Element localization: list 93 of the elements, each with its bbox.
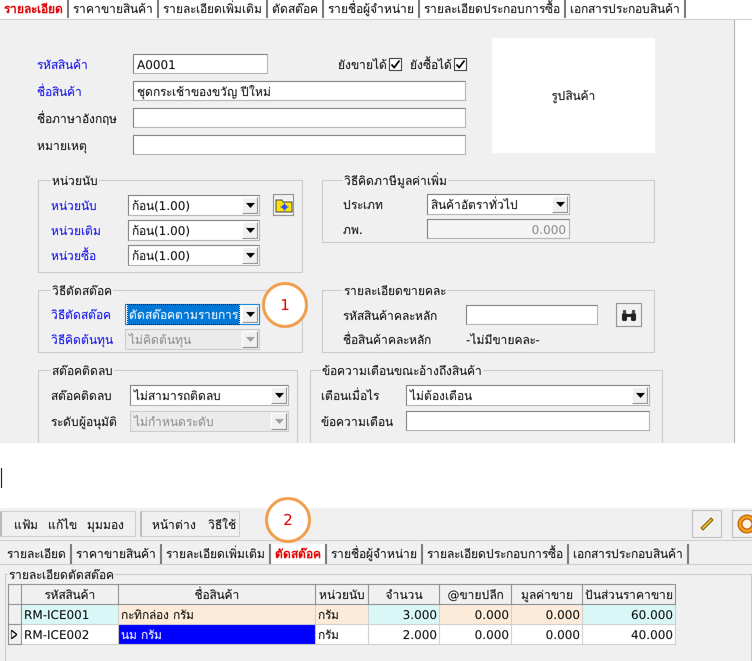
tab[interactable]: รายชื่อผู้จำหน่าย [324,0,420,18]
table-cell: RM-ICE002 [22,624,118,644]
tab[interactable]: รายละเอียด [3,544,72,564]
tab[interactable]: ราคาขายสินค้า [69,0,159,18]
checkbox[interactable] [454,58,467,70]
table-cell: 2.000 [368,624,440,644]
table-cell: กรัม [316,624,368,644]
dropdown[interactable]: ไม่ต้องเตือน [406,384,650,406]
dropdown[interactable]: ตัดสต๊อคตามรายการ [125,304,260,325]
input-field[interactable] [133,135,466,155]
field-label: หมายเหตุ [37,138,88,154]
field-label: ระดับผู้อนุมัติ [51,414,118,430]
field-label: หน่วยนับ [51,198,98,214]
image-placeholder-label: รูปสินค้า [552,88,596,105]
dropdown[interactable]: ก้อน(1.00) [128,220,260,241]
folder-icon [274,198,292,212]
tab[interactable]: เอกสารประกอบสินค้า [569,544,689,564]
group-title: วิธีตัดสต๊อค [51,283,113,300]
field-label: ชื่อสินค้า [37,82,83,100]
table-cell: 0.000 [512,604,582,624]
field-label: รหัสสินค้าคละหลัก [343,308,438,324]
field-label: ประเภท [343,197,384,214]
table-cell: 40.000 [582,624,676,644]
table-cell: 0.000 [440,624,512,644]
field-label: วิธีคิดต้นทุน [51,332,114,349]
table-cell: 3.000 [368,604,440,624]
input-field[interactable] [133,108,466,128]
menu-item[interactable]: วิธีใช้ [208,514,236,534]
column-header[interactable]: ชื่อสินค้า [118,584,316,604]
field-label: เตือนเมื่อไร [321,386,380,404]
menu-item[interactable]: แก้ไข [48,514,77,534]
tab[interactable]: รายละเอียดประกอบการซื้อ [423,544,569,564]
field-label: รหัสสินค้า [37,56,89,74]
table-cell: 0.000 [512,624,582,644]
tab[interactable]: ราคาขายสินค้า [72,544,162,564]
field-label: หน่วยซื้อ [51,246,97,265]
target-icon [737,514,752,534]
binoculars-icon [621,308,637,322]
checkbox-label: ยังขายได้ [338,56,387,74]
field-value: -ไม่มีขายคละ- [466,332,540,349]
input-field[interactable]: ชุดกระเช้าของขวัญ ปีใหม่ [133,81,466,101]
menu-item[interactable]: มุมมอง [87,514,124,534]
new-unit-button[interactable] [273,194,294,216]
field-label: ชื่อสินค้าคละหลัก [343,330,432,349]
menu-item[interactable]: แฟ้ม [14,514,38,534]
group-title: ข้อความเตือนขณะอ้างถึงสินค้า [321,363,483,380]
group-title: สต๊อคติดลบ [51,363,114,380]
checkbox[interactable] [389,58,402,70]
field-label: ชื่อภาษาอังกฤษ [37,110,118,128]
column-header[interactable]: รหัสสินค้า [22,584,118,604]
tab[interactable]: เอกสารประกอบสินค้า [566,0,686,18]
column-header[interactable]: มูลค่าขาย [512,584,582,604]
toolbar-button[interactable] [692,510,722,538]
input-field[interactable] [466,305,598,325]
group-title: รายละเอียดขายคละ [343,283,447,300]
table-cell: RM-ICE001 [22,604,118,624]
column-header[interactable]: จำนวน [368,584,440,604]
group-title: รายละเอียดตัดสต๊อค [8,567,115,584]
row-indicator[interactable] [8,624,22,644]
column-header[interactable]: ปันส่วนราคาขาย [582,584,676,604]
cursor-mark [1,468,2,488]
search-button[interactable] [616,303,642,327]
field-label: ภพ. [343,222,364,238]
column-header[interactable]: หน่วยนับ [316,584,368,604]
step-marker: 2 [265,497,311,543]
dropdown[interactable]: ก้อน(1.00) [128,194,260,216]
step-marker: 1 [262,282,308,328]
tab[interactable]: ตัดสต๊อค [268,0,324,18]
field-label: ข้อความเตือน [321,414,394,430]
table-cell: นม กรัม [118,624,316,644]
column-header[interactable]: @ขายปลีก [440,584,512,604]
dropdown[interactable]: ไม่สามารถติดลบ [130,384,289,406]
tab[interactable]: รายชื่อผู้จำหน่าย [327,544,423,564]
field-label: สต๊อคติดลบ [51,388,113,404]
tab[interactable]: ตัดสต๊อค [271,544,327,564]
field-label: วิธีตัดสต๊อค [51,307,112,324]
dropdown[interactable]: ก้อน(1.00) [128,245,260,266]
table-cell: กรัม [316,604,368,624]
table-cell: กะทิกล่อง กรัม [118,604,316,624]
input-field[interactable]: A0001 [133,54,268,74]
checkbox-label: ยังซื้อได้ [410,55,452,74]
tab[interactable]: รายละเอียดประกอบการซื้อ [420,0,566,18]
corner-cell [8,584,22,604]
table-cell: 0.000 [440,604,512,624]
input-field[interactable] [406,411,650,431]
tab[interactable]: รายละเอียดเพิ่มเติม [159,0,268,18]
table-cell: 60.000 [582,604,676,624]
dropdown[interactable]: สินค้าอัตราทั่วไป [427,194,570,215]
group-title: หน่วยนับ [51,173,99,190]
tab[interactable]: รายละเอียด [0,0,69,18]
menu-item[interactable]: หน้าต่าง [152,514,196,534]
group-title: วิธีคิดภาษีมูลค่าเพิ่ม [343,172,448,190]
field-label: หน่วยเติม [51,223,102,240]
